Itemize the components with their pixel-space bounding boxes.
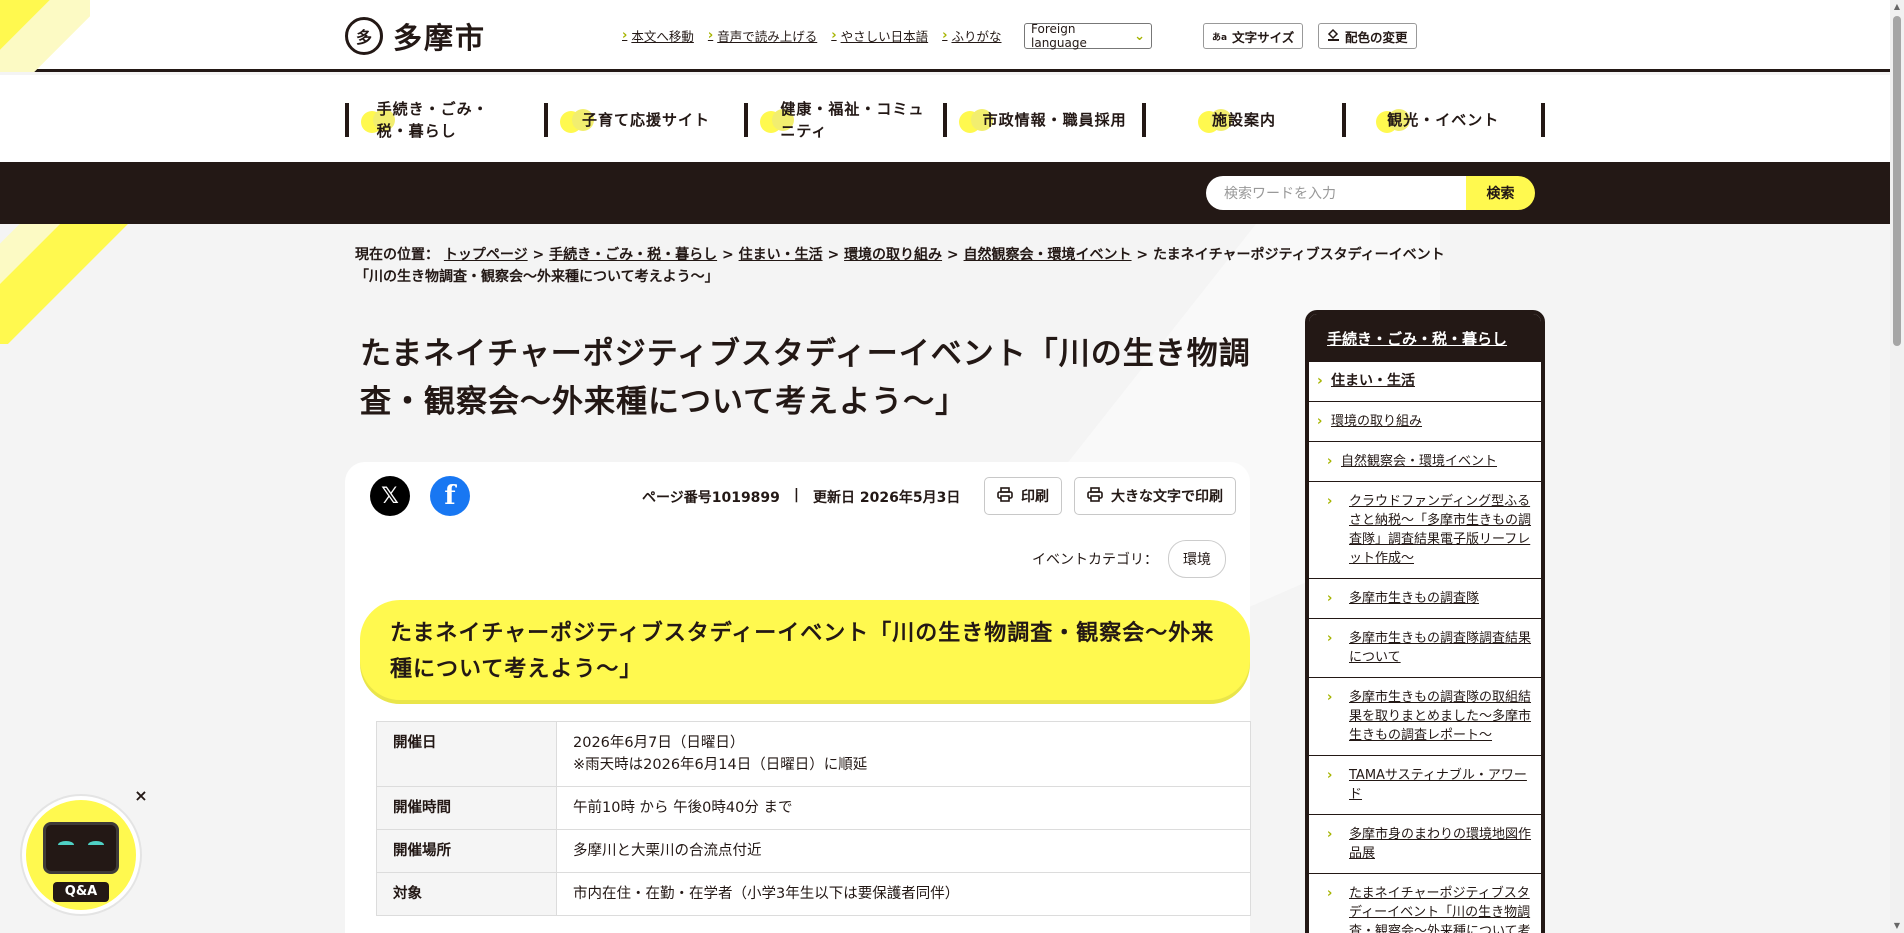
paint-bucket-icon xyxy=(1327,28,1340,44)
breadcrumb-link-nature-events[interactable]: 自然観察会・環境イベント xyxy=(964,247,1132,263)
row-value: 市内在住・在勤・在学者（小学3年生以下は要保護者同伴） xyxy=(556,872,1251,916)
content-heading: たまネイチャーポジティブスタディーイベント「川の生き物調査・観察会〜外来種につい… xyxy=(360,600,1250,700)
sidebar-item-survey-report[interactable]: › 多摩市生きもの調査隊の取組結果を取りまとめました〜多摩市生きもの調査レポート〜 xyxy=(1309,678,1541,756)
x-share-icon[interactable]: 𝕏 xyxy=(370,476,410,516)
page-meta: ページ番号1019899 | 更新日 2026年5月3日 xyxy=(642,487,960,507)
meta-separator: | xyxy=(793,487,800,503)
row-value: 2026年6月7日（日曜日） ※雨天時は2026年6月14日（日曜日）に順延 xyxy=(556,721,1251,787)
row-label: 開催場所 xyxy=(376,829,557,873)
search-button[interactable]: 検索 xyxy=(1466,176,1535,210)
text-size-button[interactable]: あa 文字サイズ xyxy=(1203,23,1304,49)
sidebar-item-nature-events[interactable]: › 自然観察会・環境イベント xyxy=(1309,442,1541,482)
breadcrumb: 現在の位置： トップページ > 手続き・ごみ・税・暮らし > 住まい・生活 > … xyxy=(355,247,1445,285)
chevron-right-icon: › xyxy=(1317,414,1323,429)
chevron-right-icon: › xyxy=(707,28,714,43)
chevron-right-icon: › xyxy=(942,28,948,43)
chevron-right-icon: › xyxy=(1327,827,1333,842)
chevron-right-icon: › xyxy=(1327,768,1333,783)
sidebar-item-environment[interactable]: › 環境の取り組み xyxy=(1309,402,1541,442)
chevron-right-icon: › xyxy=(1327,886,1333,901)
sidebar-navigation: 手続き・ごみ・税・暮らし › 住まい・生活 › 環境の取り組み › 自然観察会・環境イ… xyxy=(1305,310,1545,933)
sidebar-item-crowdfunding[interactable]: › クラウドファンディング型ふるさと納税〜「多摩市生きもの調査隊」調査結果電子版リ… xyxy=(1309,482,1541,579)
nav-item-health-welfare[interactable]: 健康・福祉・コミュニティ xyxy=(743,100,943,140)
event-category: イベントカテゴリ： 環境 xyxy=(1032,540,1226,578)
event-category-label: イベントカテゴリ： xyxy=(1032,552,1158,568)
nav-item-tourism-events[interactable]: 観光・イベント xyxy=(1341,103,1545,137)
row-value: 多摩川と大栗川の合流点付近 xyxy=(556,829,1251,873)
qa-label: Q&A xyxy=(53,882,109,902)
printer-icon xyxy=(1087,486,1103,506)
city-emblem-icon: 多 xyxy=(345,17,383,55)
nav-item-city-admin[interactable]: 市政情報・職員採用 xyxy=(942,103,1142,137)
utility-links: › 本文へ移動 › 音声で読み上げる › やさしい日本語 › ふりがな xyxy=(622,26,1002,45)
skip-to-content-link[interactable]: › 本文へ移動 xyxy=(622,26,694,45)
chevron-down-icon: ⌄ xyxy=(1134,28,1145,44)
sidebar-item-sustainable-award[interactable]: › TAMAサスティナブル・アワード xyxy=(1309,756,1541,815)
easy-japanese-link[interactable]: › やさしい日本語 xyxy=(831,26,928,45)
breadcrumb-current: たまネイチャーポジティブスタディーイベント xyxy=(1153,247,1445,263)
sidebar-item-environment-map[interactable]: › 多摩市身のまわりの環境地図作品展 xyxy=(1309,815,1541,874)
print-button[interactable]: 印刷 xyxy=(984,477,1062,515)
row-label: 開催時間 xyxy=(376,786,557,830)
breadcrumb-link-procedures[interactable]: 手続き・ごみ・税・暮らし xyxy=(549,247,717,263)
table-row: 開催場所 多摩川と大栗川の合流点付近 xyxy=(376,829,1251,873)
breadcrumb-link-top[interactable]: トップページ xyxy=(444,247,528,263)
event-category-chip[interactable]: 環境 xyxy=(1168,540,1226,578)
row-value: 午前10時 から 午後0時40分 まで xyxy=(556,786,1251,830)
scrollbar[interactable]: ▲ ▼ xyxy=(1890,0,1904,933)
sidebar-item-current-event[interactable]: › たまネイチャーポジティブスタディーイベント「川の生き物調査・観察会〜外来種につ… xyxy=(1309,874,1541,933)
close-icon[interactable]: × xyxy=(131,786,151,806)
chevron-right-icon: › xyxy=(1327,591,1333,606)
row-label: 対象 xyxy=(376,872,557,916)
nav-item-childcare[interactable]: 子育て応援サイト xyxy=(544,103,743,137)
chevron-right-icon: › xyxy=(1327,454,1333,469)
chevron-right-icon: › xyxy=(1327,690,1333,705)
color-change-button[interactable]: 配色の変更 xyxy=(1318,23,1417,49)
updated-date: 更新日 2026年5月3日 xyxy=(813,490,961,506)
foreign-language-select[interactable]: Foreign language ⌄ xyxy=(1024,22,1152,50)
read-aloud-link[interactable]: › 音声で読み上げる xyxy=(708,26,817,45)
page-number: ページ番号1019899 xyxy=(642,490,780,506)
social-share: 𝕏 f xyxy=(370,476,470,516)
site-logo[interactable]: 多 多摩市 xyxy=(345,15,486,57)
search-band: 検索ワードを入力 検索 xyxy=(0,162,1890,224)
header: 多 多摩市 › 本文へ移動 › 音声で読み上げる › やさしい日本語 › ふりがな Fo… xyxy=(0,0,1890,72)
nav-item-procedures[interactable]: 手続き・ごみ・税・暮らし xyxy=(345,100,544,140)
body-decoration xyxy=(0,224,130,344)
chevron-right-icon: › xyxy=(1327,494,1333,509)
breadcrumb-current-cont: 「川の生き物調査・観察会〜外来種について考えよう〜」 xyxy=(355,269,719,285)
search-input[interactable]: 検索ワードを入力 xyxy=(1206,176,1466,210)
chevron-right-icon: › xyxy=(831,28,837,43)
chevron-right-icon: › xyxy=(622,28,628,43)
scroll-up-icon[interactable]: ▲ xyxy=(1892,2,1902,12)
scroll-down-icon[interactable]: ▼ xyxy=(1892,921,1902,931)
scrollbar-thumb[interactable] xyxy=(1893,16,1901,346)
page-title: たまネイチャーポジティブスタディーイベント「川の生き物調査・観察会〜外来種につい… xyxy=(360,336,1251,420)
furigana-link[interactable]: › ふりがな xyxy=(942,26,1001,45)
chevron-right-icon: › xyxy=(1327,631,1333,646)
robot-cat-icon xyxy=(43,822,119,874)
row-label: 開催日 xyxy=(376,721,557,787)
nav-item-facilities[interactable]: 施設案内 xyxy=(1142,103,1341,137)
breadcrumb-label: 現在の位置： xyxy=(355,247,439,263)
site-name: 多摩市 xyxy=(393,21,487,55)
header-decoration xyxy=(0,0,90,72)
sidebar-item-living[interactable]: › 住まい・生活 xyxy=(1309,362,1541,402)
table-row: 対象 市内在住・在勤・在学者（小学3年生以下は要保護者同伴） xyxy=(376,872,1251,916)
print-large-button[interactable]: 大きな文字で印刷 xyxy=(1074,477,1236,515)
breadcrumb-link-living[interactable]: 住まい・生活 xyxy=(739,247,823,263)
sidebar-item-survey-team[interactable]: › 多摩市生きもの調査隊 xyxy=(1309,579,1541,619)
printer-icon xyxy=(997,486,1013,506)
table-row: 開催日 2026年6月7日（日曜日） ※雨天時は2026年6月14日（日曜日）に順… xyxy=(376,721,1251,787)
facebook-share-icon[interactable]: f xyxy=(430,476,470,516)
global-navigation: 手続き・ごみ・税・暮らし 子育て応援サイト 健康・福祉・コミュニティ 市政情報・… xyxy=(0,75,1890,162)
sidebar-item-survey-results[interactable]: › 多摩市生きもの調査隊調査結果について xyxy=(1309,619,1541,678)
sidebar-heading[interactable]: 手続き・ごみ・税・暮らし xyxy=(1309,314,1541,362)
qa-chatbot-widget[interactable]: Q&A xyxy=(22,796,140,914)
chevron-right-icon: › xyxy=(1317,373,1323,389)
table-row: 開催時間 午前10時 から 午後0時40分 まで xyxy=(376,786,1251,830)
breadcrumb-link-environment[interactable]: 環境の取り組み xyxy=(844,247,942,263)
event-info-table: 開催日 2026年6月7日（日曜日） ※雨天時は2026年6月14日（日曜日）に順… xyxy=(376,721,1251,916)
text-size-icon: あa xyxy=(1212,32,1228,43)
